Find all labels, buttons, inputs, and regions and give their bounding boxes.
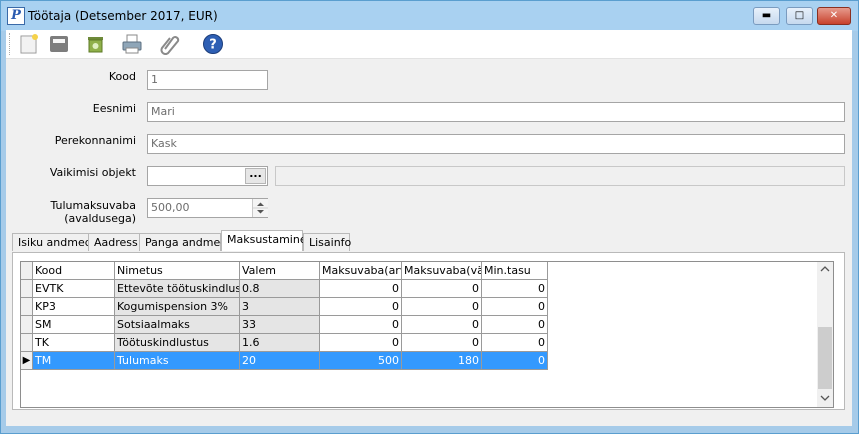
- table-cell-valem[interactable]: 0.8: [240, 280, 320, 298]
- tab-lisainfo[interactable]: Lisainfo: [303, 233, 351, 251]
- eesnimi-label: Eesnimi: [92, 102, 136, 115]
- table-cell-nimetus[interactable]: Tulumaks: [115, 352, 240, 370]
- eesnimi-input[interactable]: Mari: [147, 102, 845, 122]
- tab-maksustamine[interactable]: Maksustamine: [221, 230, 307, 251]
- table-cell-valem[interactable]: 20: [240, 352, 320, 370]
- perekonnanimi-input[interactable]: Kask: [147, 134, 845, 154]
- table-cell-min-tasu[interactable]: 0: [482, 316, 548, 334]
- grid-vertical-scrollbar[interactable]: [817, 262, 833, 407]
- print-icon[interactable]: [121, 33, 143, 55]
- new-icon[interactable]: [18, 33, 40, 55]
- table-cell-kood[interactable]: TK: [33, 334, 115, 352]
- svg-text:?: ?: [209, 38, 217, 53]
- column-header-maksuvaba-arve[interactable]: Maksuvaba(arve: [320, 262, 402, 280]
- table-cell-maksuvaba-valj[interactable]: 0: [402, 280, 482, 298]
- table-cell-nimetus[interactable]: Ettevõte töötuskindlustus: [115, 280, 240, 298]
- table-cell-maksuvaba-arve[interactable]: 500: [320, 352, 402, 370]
- column-header-maksuvaba-valj[interactable]: Maksuvaba(välj: [402, 262, 482, 280]
- attachment-icon[interactable]: [158, 33, 180, 55]
- kood-label: Kood: [108, 70, 136, 83]
- object-lookup-button[interactable]: ...: [245, 168, 266, 184]
- table-cell-maksuvaba-valj[interactable]: 0: [402, 298, 482, 316]
- table-cell-maksuvaba-valj[interactable]: 180: [402, 352, 482, 370]
- grid-corner: [21, 262, 33, 280]
- table-cell-kood[interactable]: TM: [33, 352, 115, 370]
- scrollbar-arrows-icon: [818, 266, 832, 401]
- table-cell-min-tasu[interactable]: 0: [482, 298, 548, 316]
- spinner-arrows-icon: [253, 202, 268, 214]
- title-bar: P Töötaja (Detsember 2017, EUR) ▬ □ ✕: [1, 1, 858, 31]
- tulumaksuvaba-spinner[interactable]: [252, 199, 268, 217]
- table-cell-valem[interactable]: 33: [240, 316, 320, 334]
- help-icon[interactable]: ?: [202, 33, 224, 55]
- tulumaksuvaba-label-line1: Tulumaksuvaba: [50, 199, 136, 212]
- tulumaksuvaba-label-line2: (avaldusega): [64, 212, 136, 225]
- row-header[interactable]: [21, 280, 33, 298]
- toolbar-grip: [9, 33, 12, 55]
- window-title: Töötaja (Detsember 2017, EUR): [28, 9, 218, 23]
- table-cell-maksuvaba-valj[interactable]: 0: [402, 334, 482, 352]
- vaikimisi-objekt-label: Vaikimisi objekt: [49, 166, 136, 179]
- table-cell-min-tasu[interactable]: 0: [482, 334, 548, 352]
- tulumaksuvaba-label: Tulumaksuvaba (avaldusega): [20, 199, 136, 225]
- object-name-field: [275, 166, 845, 186]
- table-cell-nimetus[interactable]: Sotsiaalmaks: [115, 316, 240, 334]
- table-cell-maksuvaba-arve[interactable]: 0: [320, 280, 402, 298]
- row-header[interactable]: [21, 334, 33, 352]
- delete-icon[interactable]: [84, 33, 106, 55]
- tab-aadress[interactable]: Aadress: [88, 233, 140, 251]
- column-header-min-tasu[interactable]: Min.tasu: [482, 262, 548, 280]
- current-row-indicator-icon[interactable]: ▶: [21, 352, 33, 370]
- row-header[interactable]: [21, 316, 33, 334]
- save-icon[interactable]: [48, 33, 70, 55]
- tab-isiku-andmed[interactable]: Isiku andmed: [12, 233, 92, 251]
- column-header-nimetus[interactable]: Nimetus: [115, 262, 240, 280]
- column-header-kood[interactable]: Kood: [33, 262, 115, 280]
- app-logo-icon: P: [7, 7, 25, 25]
- column-header-valem[interactable]: Valem: [240, 262, 320, 280]
- close-button[interactable]: ✕: [817, 7, 851, 25]
- table-cell-maksuvaba-valj[interactable]: 0: [402, 316, 482, 334]
- table-cell-kood[interactable]: SM: [33, 316, 115, 334]
- table-cell-min-tasu[interactable]: 0: [482, 352, 548, 370]
- table-cell-nimetus[interactable]: Töötuskindlustus: [115, 334, 240, 352]
- table-cell-maksuvaba-arve[interactable]: 0: [320, 298, 402, 316]
- kood-input[interactable]: 1: [147, 70, 268, 90]
- tulumaksuvaba-input[interactable]: 500,00: [147, 198, 268, 218]
- minimize-button[interactable]: ▬: [753, 7, 780, 25]
- tab-panga-andmed[interactable]: Panga andmed: [139, 233, 227, 251]
- table-cell-kood[interactable]: EVTK: [33, 280, 115, 298]
- table-cell-valem[interactable]: 1.6: [240, 334, 320, 352]
- maximize-button[interactable]: □: [786, 7, 813, 25]
- table-cell-min-tasu[interactable]: 0: [482, 280, 548, 298]
- perekonnanimi-label: Perekonnanimi: [54, 134, 136, 147]
- table-cell-maksuvaba-arve[interactable]: 0: [320, 316, 402, 334]
- table-cell-valem[interactable]: 3: [240, 298, 320, 316]
- table-cell-nimetus[interactable]: Kogumispension 3%: [115, 298, 240, 316]
- table-cell-kood[interactable]: KP3: [33, 298, 115, 316]
- row-header[interactable]: [21, 298, 33, 316]
- table-cell-maksuvaba-arve[interactable]: 0: [320, 334, 402, 352]
- toolbar: ?: [6, 30, 852, 59]
